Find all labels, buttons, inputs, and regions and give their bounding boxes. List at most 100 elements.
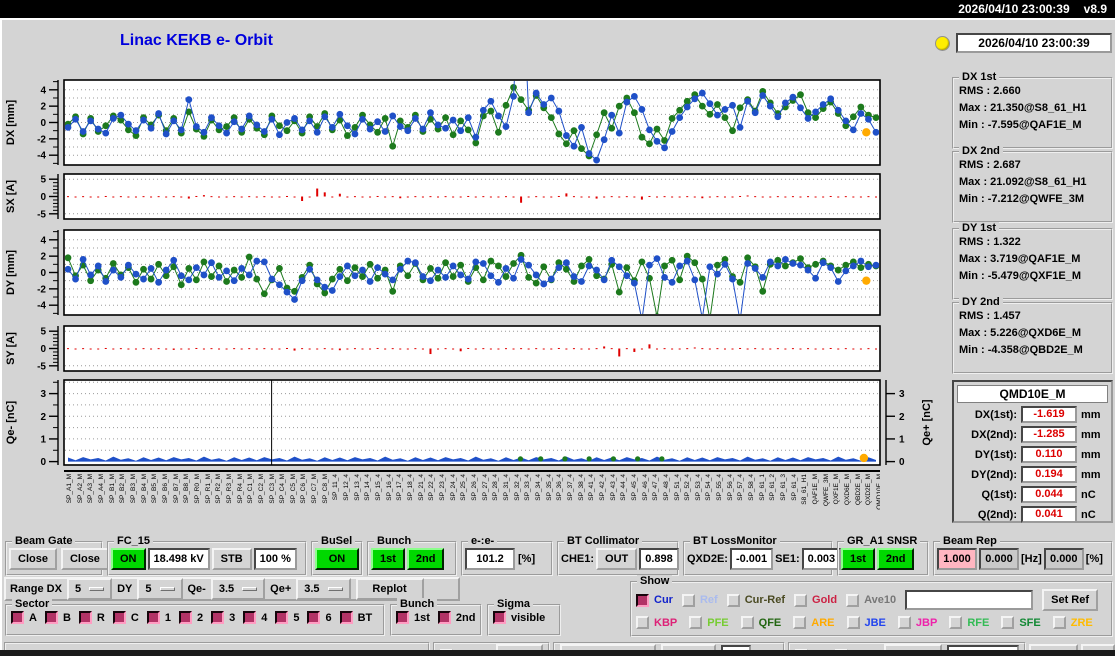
show-checkbox-ref[interactable]: Ref: [681, 593, 718, 607]
checkbox-label: SFE: [1019, 616, 1041, 629]
checkbox-icon[interactable]: [493, 611, 506, 624]
show-checkbox-zre[interactable]: ZRE: [1052, 616, 1093, 629]
show-checkbox-qfe[interactable]: QFE: [740, 616, 781, 629]
checkbox-icon[interactable]: [1052, 616, 1066, 629]
checkbox-icon[interactable]: [740, 616, 754, 629]
qmd-row-label: DY(2nd):: [971, 468, 1017, 481]
titlebar-datetime: 2026/04/10 23:00:39: [958, 2, 1070, 16]
fc15-on-button[interactable]: ON: [111, 548, 146, 570]
checkbox-icon[interactable]: [146, 611, 160, 624]
che1-label: CHE1:: [561, 553, 595, 565]
sector-checkbox-c[interactable]: C: [112, 611, 139, 624]
sector-checkbox-1[interactable]: 1: [146, 611, 171, 624]
stats-group-title: DX 1st: [959, 71, 1000, 83]
show-checkbox-gold[interactable]: Gold: [794, 593, 837, 607]
checkbox-icon[interactable]: [112, 611, 126, 624]
busel-on-button[interactable]: ON: [315, 548, 359, 570]
checkbox-icon[interactable]: [78, 611, 92, 624]
show-checkbox-rfe[interactable]: RFE: [949, 616, 989, 629]
plot-qe: 3 2 1 0 Qe- [nC] 3 2 1 0 Qe+ [nC]: [2, 377, 947, 474]
show-checkbox-jbp[interactable]: JBP: [897, 616, 937, 629]
bunch-2nd-button[interactable]: 2nd: [406, 548, 445, 570]
group-title: Bunch: [397, 598, 438, 610]
checkbox-icon[interactable]: [307, 611, 321, 624]
checkbox-icon[interactable]: [897, 616, 911, 629]
range-dx-dropdown[interactable]: 5: [66, 578, 113, 600]
bpm-x-label: SP_58_4: [748, 474, 756, 501]
range-qep-dropdown[interactable]: 3.5: [296, 578, 351, 600]
group-title: BT Collimator: [564, 535, 643, 547]
sector-checkbox-a[interactable]: A: [11, 611, 37, 624]
range-dy-dropdown[interactable]: 5: [137, 578, 183, 600]
checkbox-label: Ave10: [864, 594, 897, 606]
bpm-x-label: SP_B5_M: [151, 474, 159, 504]
che1-out-button[interactable]: OUT: [596, 548, 638, 570]
show-checkbox-kbp[interactable]: KBP: [636, 616, 677, 629]
bunch-checkbox-1st[interactable]: 1st: [396, 611, 430, 624]
show-checkbox-jbe[interactable]: JBE: [846, 616, 886, 629]
stat-rms: RMS : 2.660: [959, 85, 1021, 97]
qmd-row-label: Q(2nd):: [977, 508, 1017, 521]
checkbox-icon[interactable]: [689, 616, 703, 629]
set-ref-button[interactable]: Set Ref: [1042, 589, 1099, 611]
checkbox-icon[interactable]: [44, 611, 58, 624]
checkbox-icon[interactable]: [681, 593, 695, 607]
checkbox-icon[interactable]: [11, 611, 24, 624]
fc15-group: FC_15 ON 18.498 kV STB 100 %: [107, 535, 307, 576]
bunch-checkbox-2nd[interactable]: 2nd: [437, 611, 475, 624]
beam-gate-close-1-button[interactable]: Close: [9, 548, 57, 570]
checkbox-icon[interactable]: [275, 611, 289, 624]
gr-a1-1st-button[interactable]: 1st: [841, 548, 875, 570]
checkbox-icon[interactable]: [396, 611, 409, 624]
show-checkbox-are[interactable]: ARE: [793, 616, 835, 629]
show-checkbox-sfe[interactable]: SFE: [1001, 616, 1041, 629]
bpm-x-label: SP_36_4: [556, 474, 564, 501]
checkbox-icon[interactable]: [636, 593, 649, 607]
beam-gate-close-2-button[interactable]: Close: [60, 548, 109, 570]
sector-checkbox-4[interactable]: 4: [243, 611, 267, 624]
ref-name-input[interactable]: [905, 590, 1034, 610]
checkbox-icon[interactable]: [178, 611, 192, 624]
stats-dx-1st: DX 1st RMS : 2.660 Max : 21.350@S8_61_H1…: [952, 71, 1113, 149]
show-checkbox-cur[interactable]: Cur: [636, 593, 673, 607]
sector-checkbox-2[interactable]: 2: [178, 611, 203, 624]
checkbox-icon[interactable]: [437, 611, 451, 624]
show-checkbox-cur-ref[interactable]: Cur-Ref: [726, 593, 785, 607]
checkbox-icon[interactable]: [846, 616, 860, 629]
bpm-x-label: SP_34_4: [534, 474, 542, 501]
checkbox-icon[interactable]: [211, 611, 225, 624]
beam-rep-value-3: 0.000: [1043, 548, 1084, 570]
bpm-x-label: SP_55_4: [716, 474, 724, 501]
checkbox-icon[interactable]: [949, 616, 963, 629]
bunch-1st-button[interactable]: 1st: [371, 548, 405, 570]
sector-checkbox-bt[interactable]: BT: [339, 611, 372, 624]
gr-a1-2nd-button[interactable]: 2nd: [876, 548, 915, 570]
show-checkbox-pfe[interactable]: PFE: [689, 616, 729, 629]
checkbox-icon[interactable]: [636, 616, 649, 629]
sector-checkbox-b[interactable]: B: [44, 611, 71, 624]
svg-text:2: 2: [40, 252, 46, 263]
bpm-x-label: QXF1E_M: [833, 474, 841, 505]
sector-checkbox-5[interactable]: 5: [275, 611, 299, 624]
replot-button[interactable]: Replot: [355, 578, 424, 600]
checkbox-icon[interactable]: [794, 593, 808, 607]
sector-checkbox-3[interactable]: 3: [211, 611, 235, 624]
checkbox-icon[interactable]: [243, 611, 257, 624]
fc15-stb-button[interactable]: STB: [211, 548, 252, 570]
checkbox-icon[interactable]: [726, 593, 740, 607]
sector-checkbox-6[interactable]: 6: [307, 611, 332, 624]
svg-text:DY [mm]: DY [mm]: [5, 250, 17, 295]
stats-dx-2nd: DX 2nd RMS : 2.687 Max : 21.092@S8_61_H1…: [952, 145, 1113, 223]
range-qem-dropdown[interactable]: 3.5: [210, 578, 266, 600]
show-checkbox-ave10[interactable]: Ave10: [846, 593, 897, 607]
bpm-x-label: SP_42_4: [598, 474, 606, 501]
sector-checkbox-r[interactable]: R: [78, 611, 105, 624]
checkbox-icon[interactable]: [846, 593, 860, 607]
show-group: Show Cur Ref Cur-Ref Gold Ave10 Set Ref KBP P…: [630, 575, 1113, 637]
checkbox-icon[interactable]: [339, 611, 353, 624]
checkbox-icon[interactable]: [793, 616, 807, 629]
sigma-checkbox-visible[interactable]: visible: [493, 611, 545, 624]
bpm-x-label: SP_52_4: [684, 474, 692, 501]
checkbox-icon[interactable]: [1001, 616, 1015, 629]
bpm-x-label: SP_32_4: [513, 474, 521, 501]
